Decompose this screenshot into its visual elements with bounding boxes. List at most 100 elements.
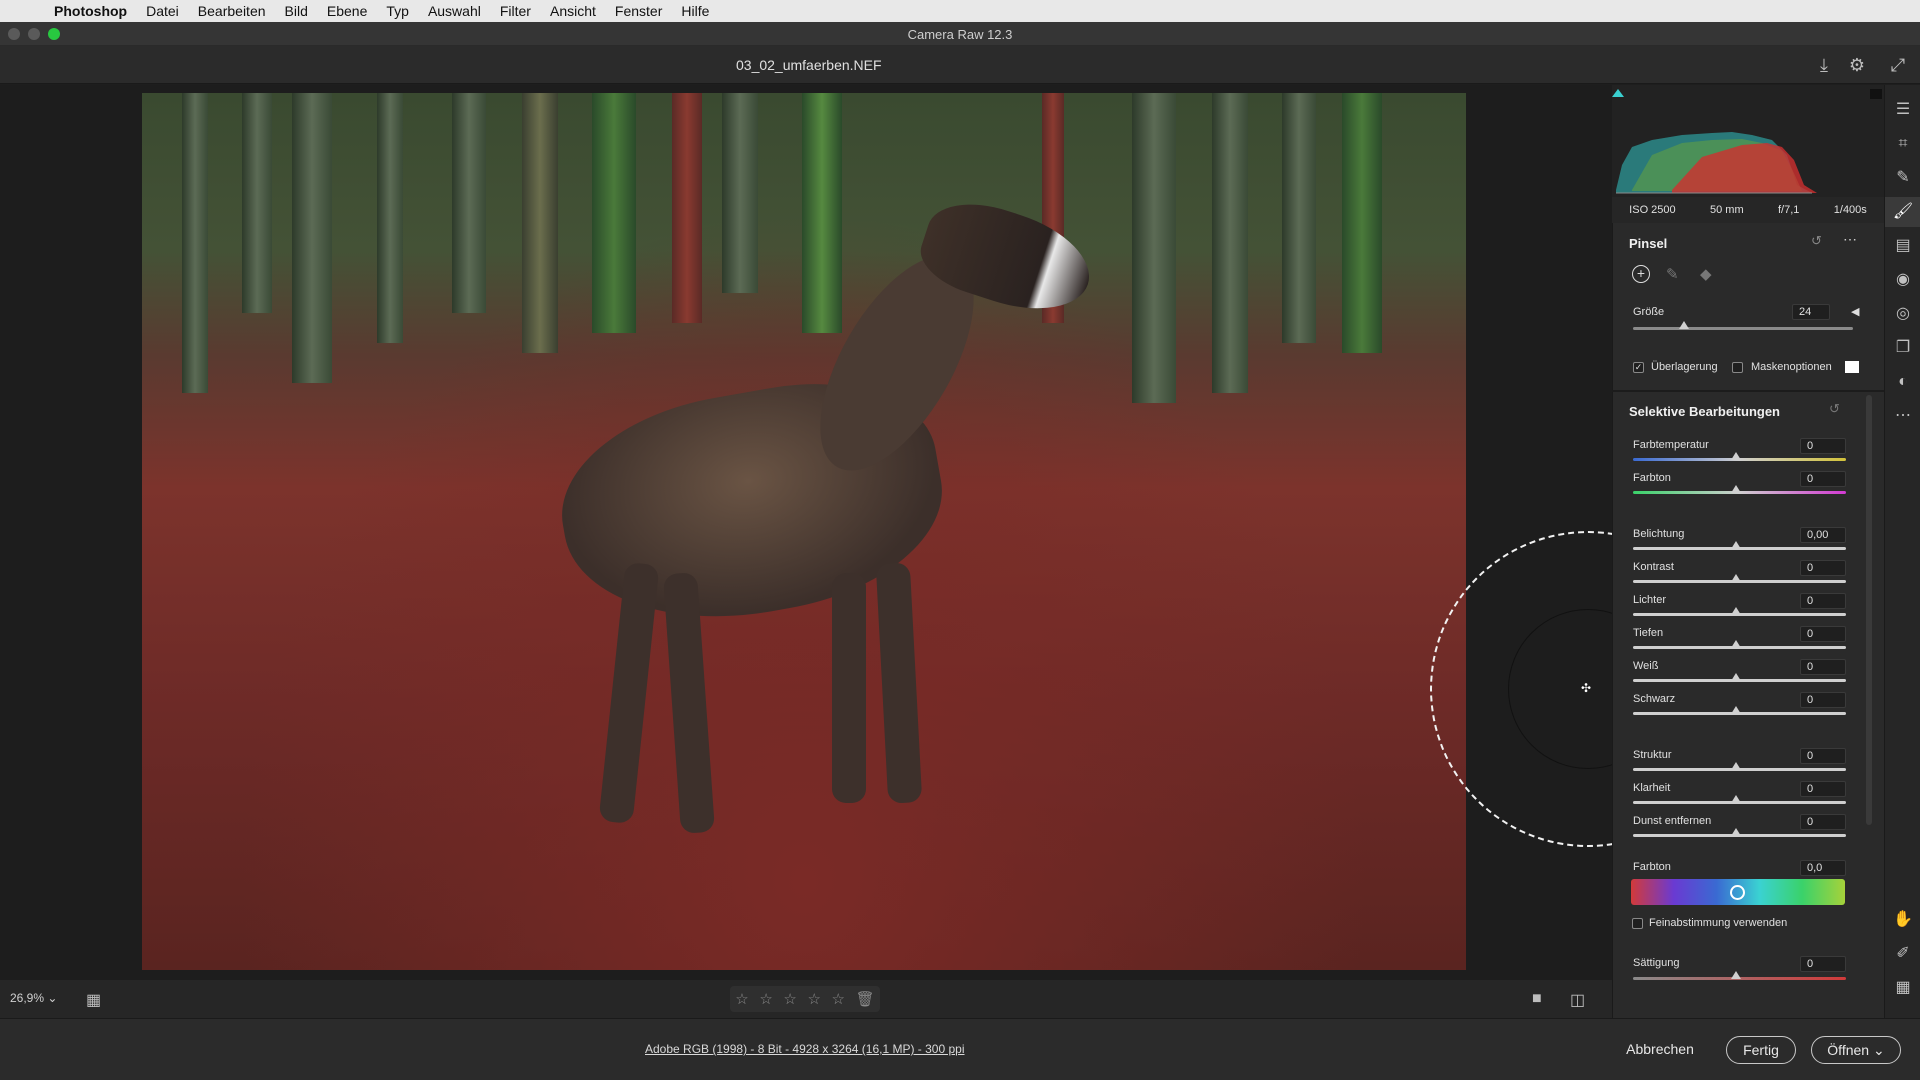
slider-label: Belichtung (1633, 528, 1685, 540)
star-icon[interactable]: ☆ (783, 990, 796, 1008)
fullscreen-icon[interactable]: ⤢ (1887, 54, 1909, 76)
slider-thumb[interactable] (1731, 762, 1741, 770)
brush-cursor-icon: ✣ (1581, 681, 1592, 695)
size-expand-icon[interactable]: ◀ (1851, 305, 1859, 318)
mask-options-checkbox[interactable] (1732, 362, 1743, 373)
size-slider-thumb[interactable] (1679, 321, 1689, 329)
size-slider-track[interactable] (1633, 327, 1853, 330)
menu-item-photoshop[interactable]: Photoshop (54, 3, 127, 19)
menu-item-ansicht[interactable]: Ansicht (550, 3, 596, 19)
section-divider (1612, 390, 1884, 392)
menu-item-datei[interactable]: Datei (146, 3, 179, 19)
aperture-value: f/7,1 (1778, 204, 1800, 216)
slider-thumb[interactable] (1731, 640, 1741, 648)
brush-panel-title: Pinsel (1629, 236, 1668, 251)
slider-thumb[interactable] (1731, 706, 1741, 714)
trash-icon[interactable]: 🗑 (856, 990, 875, 1008)
snapshots-icon[interactable]: ❐ (1885, 333, 1920, 363)
done-button[interactable]: Fertig (1726, 1036, 1796, 1064)
spot-removal-icon[interactable]: ✎ (1885, 163, 1920, 193)
mask-color-swatch[interactable] (1845, 361, 1859, 373)
workflow-options-link[interactable]: Adobe RGB (1998) - 8 Bit - 4928 x 3264 (… (645, 1042, 965, 1056)
size-value-input[interactable]: 24 (1792, 304, 1830, 320)
edit-sliders-icon[interactable]: ☰ (1885, 95, 1920, 125)
brush-icon[interactable]: ✎ (1666, 265, 1679, 283)
slider-value-input[interactable]: 0 (1800, 692, 1846, 708)
slider-label: Tiefen (1633, 627, 1664, 639)
fine-tune-checkbox[interactable] (1632, 918, 1643, 929)
red-eye-icon[interactable]: ◎ (1885, 299, 1920, 329)
save-image-icon[interactable]: ⤓ (1813, 54, 1835, 76)
saturation-slider-thumb[interactable] (1731, 971, 1741, 979)
gear-icon[interactable]: ⚙ (1846, 54, 1868, 76)
photo-preview[interactable] (142, 93, 1466, 970)
radial-filter-icon[interactable]: ◉ (1885, 265, 1920, 295)
menu-item-ebene[interactable]: Ebene (327, 3, 367, 19)
presets-icon[interactable]: ◐ (1885, 367, 1920, 397)
slider-value-input[interactable]: 0 (1800, 748, 1846, 764)
image-canvas[interactable]: ✣ (0, 85, 1746, 980)
menu-item-hilfe[interactable]: Hilfe (681, 3, 709, 19)
panel-scrollbar[interactable] (1866, 395, 1872, 825)
slider-value-input[interactable]: 0 (1800, 626, 1846, 642)
menu-item-bearbeiten[interactable]: Bearbeiten (198, 3, 266, 19)
window-title: Camera Raw 12.3 (907, 27, 1013, 42)
open-button-label: Öffnen (1827, 1042, 1870, 1058)
menu-item-auswahl[interactable]: Auswahl (428, 3, 481, 19)
reset-selective-icon[interactable]: ↺ (1829, 401, 1840, 417)
before-after-icon[interactable]: ◫ (1570, 990, 1585, 1010)
slider-thumb[interactable] (1731, 607, 1741, 615)
hue-picker-handle[interactable] (1730, 885, 1745, 900)
crop-icon[interactable]: ⌗ (1885, 129, 1920, 159)
slider-thumb[interactable] (1731, 828, 1741, 836)
color-sampler-icon[interactable]: ✐ (1885, 939, 1920, 969)
star-icon[interactable]: ☆ (759, 990, 772, 1008)
slider-value-input[interactable]: 0,00 (1800, 527, 1846, 543)
window-titlebar: Camera Raw 12.3 (0, 22, 1920, 46)
slider-value-input[interactable]: 0 (1800, 814, 1846, 830)
open-button[interactable]: Öffnen ⌄ (1811, 1036, 1901, 1064)
slider-value-input[interactable]: 0 (1800, 438, 1846, 454)
slider-value-input[interactable]: 0 (1800, 471, 1846, 487)
add-brush-icon[interactable]: + (1632, 265, 1650, 283)
eraser-icon[interactable]: ◆ (1700, 265, 1712, 283)
slider-label: Klarheit (1633, 782, 1671, 794)
hand-icon[interactable]: ✋ (1885, 905, 1920, 935)
star-icon[interactable]: ☆ (735, 990, 748, 1008)
slider-label: Farbton (1633, 472, 1671, 484)
slider-value-input[interactable]: 0 (1800, 781, 1846, 797)
slider-thumb[interactable] (1731, 574, 1741, 582)
more-tools-icon[interactable]: ⋯ (1885, 401, 1920, 431)
menu-item-typ[interactable]: Typ (386, 3, 409, 19)
slider-thumb[interactable] (1731, 795, 1741, 803)
rating-stars[interactable]: ☆ ☆ ☆ ☆ ☆ 🗑 (730, 986, 880, 1012)
hue-value-input[interactable]: 0,0 (1800, 860, 1846, 876)
graduated-filter-icon[interactable]: ▤ (1885, 231, 1920, 261)
grid-icon[interactable]: ▦ (1885, 973, 1920, 1003)
more-options-icon[interactable]: ⋯ (1843, 231, 1857, 248)
slider-value-input[interactable]: 0 (1800, 659, 1846, 675)
slider-value-input[interactable]: 0 (1800, 593, 1846, 609)
saturation-value-input[interactable]: 0 (1800, 956, 1846, 972)
slider-value-input[interactable]: 0 (1800, 560, 1846, 576)
tool-strip: ☰ ⌗ ✎ 🖌 ▤ ◉ ◎ ❐ ◐ ⋯ ✋ ✐ ▦ (1884, 85, 1920, 1018)
overlay-label: Überlagerung (1651, 361, 1718, 373)
single-view-icon[interactable]: ■ (1532, 990, 1542, 1008)
star-icon[interactable]: ☆ (832, 990, 845, 1008)
menu-item-filter[interactable]: Filter (500, 3, 531, 19)
menu-item-bild[interactable]: Bild (285, 3, 308, 19)
canvas-toolbar: 26,9% ⌄ ▦ ☆ ☆ ☆ ☆ ☆ 🗑 ■ ◫ (0, 980, 1612, 1018)
slider-thumb[interactable] (1731, 485, 1741, 493)
overlay-checkbox[interactable]: ✓ (1633, 362, 1644, 373)
adjustment-brush-icon[interactable]: 🖌 (1885, 197, 1920, 227)
slider-thumb[interactable] (1731, 452, 1741, 460)
star-icon[interactable]: ☆ (807, 990, 820, 1008)
zoom-level[interactable]: 26,9% ⌄ (10, 991, 57, 1005)
reset-icon[interactable]: ↺ (1811, 233, 1822, 249)
menu-item-fenster[interactable]: Fenster (615, 3, 662, 19)
filmstrip-icon[interactable]: ▦ (86, 990, 101, 1010)
shadow-clipping-icon (1612, 89, 1624, 97)
cancel-button[interactable]: Abbrechen (1615, 1036, 1705, 1064)
slider-thumb[interactable] (1731, 673, 1741, 681)
slider-thumb[interactable] (1731, 541, 1741, 549)
